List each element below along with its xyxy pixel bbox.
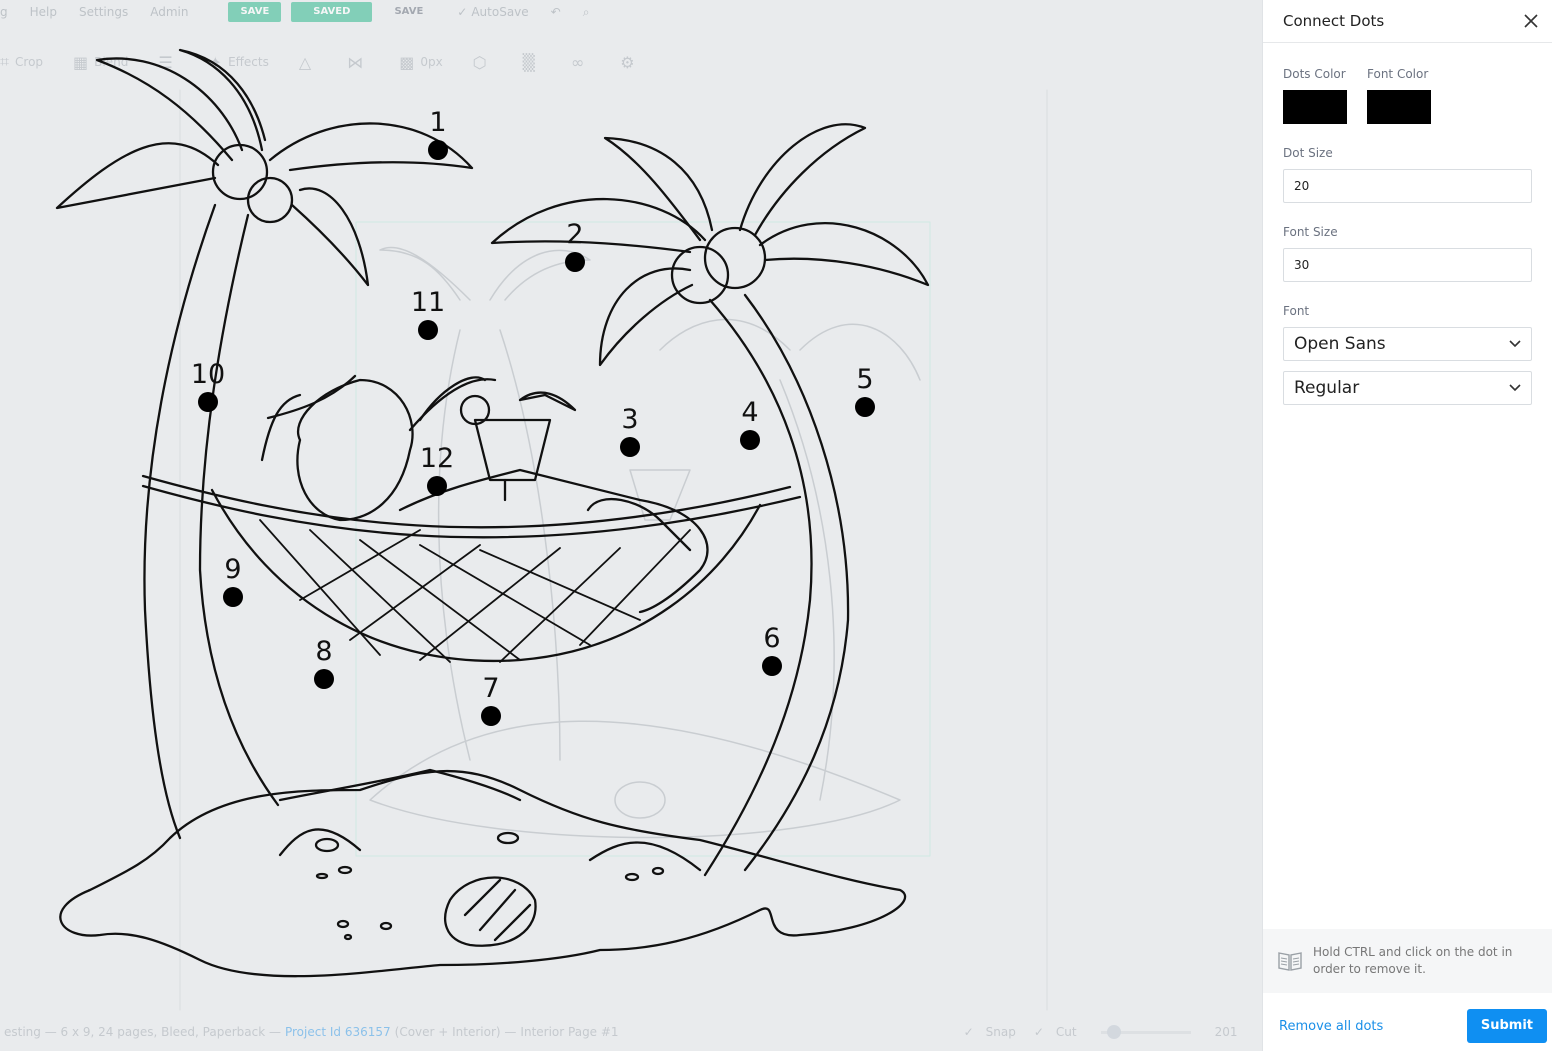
close-icon[interactable] (1522, 12, 1540, 30)
connect-dot[interactable] (620, 437, 640, 457)
dots-color-label: Dots Color (1283, 67, 1346, 81)
font-color-label: Font Color (1367, 67, 1429, 81)
snap-check-icon[interactable]: ✓ (964, 1025, 974, 1039)
zoom-slider[interactable] (1100, 1024, 1191, 1039)
connect-dots-panel: Connect Dots Dots Color Font Color Dot S… (1262, 0, 1552, 1051)
dot-size-label: Dot Size (1283, 146, 1333, 160)
dot-label: 12 (419, 443, 455, 474)
dots-color-swatch[interactable] (1283, 90, 1347, 124)
dot-size-input[interactable] (1283, 169, 1532, 203)
font-label: Font (1283, 304, 1310, 318)
project-id-link[interactable]: Project Id 636157 (285, 1025, 391, 1039)
dot-label: 5 (856, 364, 874, 395)
font-family-select[interactable]: Open Sans (1283, 327, 1532, 361)
status-context: (Cover + Interior) — (394, 1025, 517, 1039)
dots-layer[interactable]: 1 2 3 4 5 6 7 8 9 10 11 12 (0, 0, 1263, 1051)
font-size-group: Font Size (1283, 225, 1532, 282)
font-weight-select[interactable]: Regular (1283, 371, 1532, 405)
page-indicator: Interior Page #1 (520, 1025, 619, 1039)
submit-button[interactable]: Submit (1466, 1009, 1547, 1043)
dot-label: 9 (224, 554, 242, 585)
dot-label: 3 (621, 404, 639, 435)
connect-dot[interactable] (198, 392, 218, 412)
dot-label: 2 (566, 219, 584, 250)
zoom-slider-thumb[interactable] (1106, 1024, 1121, 1039)
remove-all-dots-link[interactable]: Remove all dots (1279, 1019, 1383, 1034)
status-text: esting — 6 x 9, 24 pages, Bleed, Paperba… (4, 1025, 281, 1039)
font-color-group: Font Color (1367, 67, 1431, 124)
book-icon (1278, 952, 1302, 971)
panel-header: Connect Dots (1263, 0, 1552, 43)
cut-label: Cut (1055, 1025, 1077, 1039)
status-bar: esting — 6 x 9, 24 pages, Bleed, Paperba… (0, 1013, 1263, 1051)
dot-label: 6 (763, 623, 781, 654)
connect-dot[interactable] (481, 706, 501, 726)
dots-color-group: Dots Color (1283, 67, 1347, 124)
connect-dot[interactable] (314, 669, 334, 689)
zoom-value: 201 (1214, 1025, 1238, 1039)
snap-label: Snap (985, 1025, 1016, 1039)
dot-label: 7 (482, 673, 500, 704)
connect-dot[interactable] (418, 320, 438, 340)
chevron-down-icon (1509, 340, 1521, 348)
dot-label: 8 (315, 636, 333, 667)
font-group: Font Open Sans Regular (1283, 304, 1532, 405)
connect-dot[interactable] (427, 476, 447, 496)
dot-label: 10 (190, 359, 226, 390)
dot-label: 1 (429, 107, 447, 138)
connect-dot[interactable] (740, 430, 760, 450)
dot-label: 4 (741, 397, 759, 428)
dot-label: 11 (410, 287, 446, 318)
hint-box: Hold CTRL and click on the dot in order … (1263, 929, 1552, 993)
font-weight-value: Regular (1294, 378, 1360, 398)
connect-dot[interactable] (762, 656, 782, 676)
connect-dot[interactable] (565, 252, 585, 272)
connect-dot[interactable] (223, 587, 243, 607)
panel-title: Connect Dots (1283, 12, 1385, 30)
panel-footer: Remove all dots Submit (1263, 1008, 1552, 1044)
font-size-input[interactable] (1283, 248, 1532, 282)
color-row: Dots Color Font Color (1283, 67, 1532, 124)
hint-text: Hold CTRL and click on the dot in order … (1313, 945, 1513, 976)
connect-dot[interactable] (428, 140, 448, 160)
editor-canvas[interactable]: g Help Settings Admin SAVE SAVED SAVE ✓ … (0, 0, 1263, 1051)
dot-size-group: Dot Size (1283, 146, 1532, 203)
cut-check-icon[interactable]: ✓ (1034, 1025, 1044, 1039)
font-color-swatch[interactable] (1367, 90, 1431, 124)
chevron-down-icon (1509, 384, 1521, 392)
font-size-label: Font Size (1283, 225, 1338, 239)
connect-dot[interactable] (855, 397, 875, 417)
font-family-value: Open Sans (1294, 334, 1386, 354)
